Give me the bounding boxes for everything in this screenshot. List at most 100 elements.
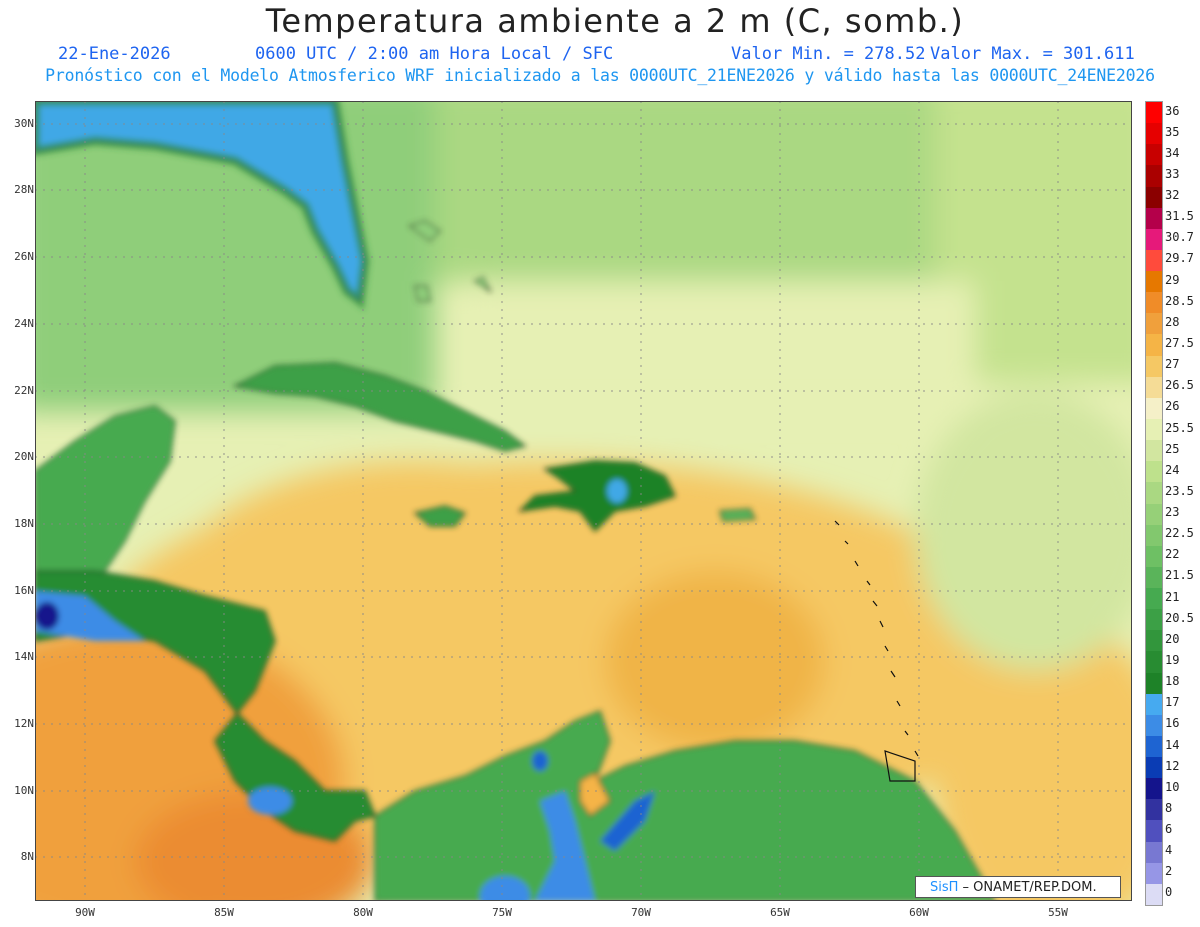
- legend-label: 20: [1165, 631, 1180, 646]
- lat-tick-label: 26N: [14, 250, 34, 263]
- lat-tick-label: 30N: [14, 117, 34, 130]
- legend-swatch: [1146, 102, 1162, 124]
- lat-tick-label: 14N: [14, 650, 34, 663]
- legend-label: 22: [1165, 547, 1180, 562]
- lon-tick-label: 65W: [770, 906, 790, 919]
- legend-label: 21.5: [1165, 568, 1194, 583]
- lon-tick-label: 70W: [631, 906, 651, 919]
- lat-tick-label: 28N: [14, 183, 34, 196]
- legend-swatch: [1146, 778, 1162, 800]
- legend-label: 28: [1165, 314, 1180, 329]
- legend-label: 32: [1165, 188, 1180, 203]
- legend-label: 22.5: [1165, 526, 1194, 541]
- legend-label: 8: [1165, 800, 1173, 815]
- legend-label: 19: [1165, 652, 1180, 667]
- legend-swatch: [1146, 123, 1162, 145]
- legend-label: 24: [1165, 462, 1180, 477]
- legend-swatch: [1146, 588, 1162, 610]
- legend-swatch: [1146, 630, 1162, 652]
- legend-label: 27.5: [1165, 336, 1194, 350]
- legend-swatch: [1146, 165, 1162, 188]
- temperature-map[interactable]: [35, 101, 1132, 901]
- legend-label: 17: [1165, 695, 1180, 710]
- legend-label: 30.7: [1165, 230, 1194, 245]
- legend-swatch: [1146, 271, 1162, 293]
- legend-label: 14: [1165, 737, 1180, 752]
- forecast-description: Pronóstico con el Modelo Atmosferico WRF…: [45, 66, 1155, 85]
- lon-tick-label: 90W: [75, 906, 95, 919]
- legend-swatch: [1146, 545, 1162, 568]
- legend-swatch: [1146, 566, 1162, 589]
- lon-tick-label: 60W: [909, 906, 929, 919]
- legend-swatch: [1146, 249, 1162, 272]
- legend-swatch: [1146, 144, 1162, 166]
- lat-tick-label: 16N: [14, 584, 34, 597]
- legend-swatch: [1146, 334, 1162, 357]
- date-label: 22-Ene-2026: [58, 44, 171, 64]
- legend-label: 16: [1165, 716, 1180, 731]
- legend-label: 35: [1165, 124, 1180, 139]
- legend-label: 0: [1165, 885, 1173, 900]
- legend-swatch: [1146, 207, 1162, 230]
- legend-swatch: [1146, 693, 1162, 716]
- legend-swatch: [1146, 524, 1162, 547]
- legend-swatch: [1146, 841, 1162, 864]
- legend-label: 28.5: [1165, 293, 1194, 308]
- puerto-rico-land: [719, 508, 756, 522]
- legend-label: 23.5: [1165, 483, 1194, 498]
- lat-tick-label: 12N: [14, 717, 34, 730]
- lon-tick-label: 85W: [214, 906, 234, 919]
- lat-tick-label: 24N: [14, 317, 34, 330]
- lat-tick-label: 10N: [14, 784, 34, 797]
- credit-brand: SisΠ: [930, 880, 959, 895]
- lon-tick-label: 80W: [353, 906, 373, 919]
- legend-label: 23: [1165, 505, 1180, 520]
- legend-swatch: [1146, 355, 1162, 378]
- legend-label: 2: [1165, 864, 1173, 879]
- credit-text: – ONAMET/REP.DOM.: [958, 880, 1097, 895]
- legend-swatch: [1146, 609, 1162, 631]
- legend-label: 4: [1165, 843, 1173, 858]
- info-row: 22-Ene-2026 0600 UTC / 2:00 am Hora Loca…: [0, 44, 1200, 66]
- legend-label: 29: [1165, 272, 1180, 287]
- max-value: Valor Max. = 301.611: [930, 44, 1135, 64]
- legend-swatch: [1146, 503, 1162, 526]
- legend-swatch: [1146, 186, 1162, 209]
- legend-swatch: [1146, 292, 1162, 314]
- time-label: 0600 UTC / 2:00 am Hora Local / SFC: [255, 44, 614, 64]
- color-legend: [1145, 101, 1163, 906]
- credit-box: SisΠ – ONAMET/REP.DOM.: [915, 876, 1121, 898]
- legend-label: 25.5: [1165, 420, 1194, 435]
- legend-label: 29.7: [1165, 251, 1194, 266]
- legend-swatch: [1146, 482, 1162, 504]
- legend-label: 12: [1165, 758, 1180, 773]
- legend-swatch: [1146, 228, 1162, 251]
- map-title: Temperatura ambiente a 2 m (C, somb.): [265, 2, 965, 40]
- lat-tick-label: 20N: [14, 450, 34, 463]
- legend-label: 34: [1165, 145, 1180, 160]
- lon-tick-label: 55W: [1048, 906, 1068, 919]
- legend-swatch: [1146, 397, 1162, 420]
- legend-swatch: [1146, 440, 1162, 462]
- lon-tick-label: 75W: [492, 906, 512, 919]
- legend-swatch: [1146, 672, 1162, 695]
- legend-label: 6: [1165, 822, 1173, 837]
- map-canvas: [35, 101, 1132, 901]
- legend-label: 26.5: [1165, 378, 1194, 393]
- legend-swatch: [1146, 651, 1162, 674]
- legend-swatch: [1146, 820, 1162, 843]
- lat-tick-label: 8N: [20, 850, 34, 863]
- legend-label: 21: [1165, 589, 1180, 604]
- min-value: Valor Min. = 278.52: [731, 44, 926, 64]
- legend-label: 31.5: [1165, 209, 1194, 224]
- legend-swatch: [1146, 714, 1162, 737]
- legend-swatch: [1146, 418, 1162, 441]
- legend-label: 10: [1165, 779, 1180, 794]
- legend-label: 36: [1165, 103, 1180, 118]
- legend-label: 26: [1165, 399, 1180, 414]
- legend-swatch: [1146, 883, 1162, 906]
- legend-swatch: [1146, 461, 1162, 483]
- legend-label: 20.5: [1165, 610, 1194, 625]
- legend-label: 18: [1165, 674, 1180, 689]
- legend-swatch: [1146, 376, 1162, 399]
